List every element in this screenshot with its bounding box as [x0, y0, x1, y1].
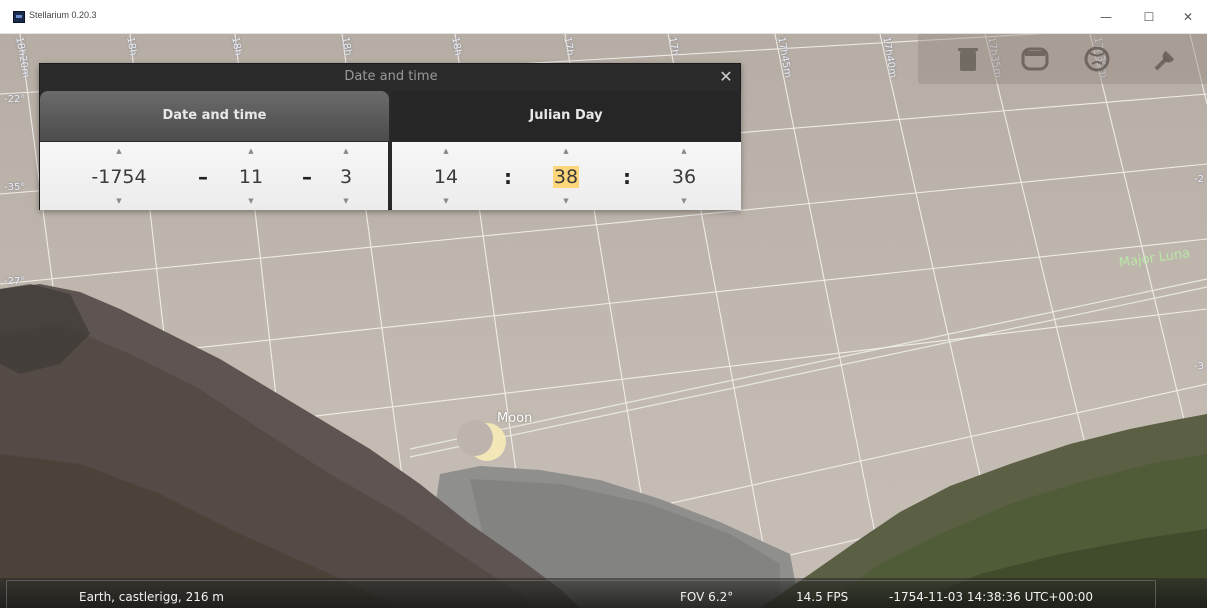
- day-down-arrow-icon[interactable]: ▼: [326, 196, 366, 206]
- year-value[interactable]: -1754: [84, 164, 154, 190]
- window-titlebar: Stellarium 0.20.3 — ☐ ✕: [0, 0, 1207, 34]
- date-separator: –: [198, 165, 208, 189]
- hour-down-arrow-icon[interactable]: ▼: [424, 196, 468, 206]
- hour-spinner[interactable]: ▲ 14 ▼: [424, 142, 468, 210]
- status-bar: Earth, castlerigg, 216 m FOV 6.2° 14.5 F…: [0, 578, 1207, 608]
- month-down-arrow-icon[interactable]: ▼: [226, 196, 276, 206]
- stellarium-app-icon: [13, 11, 25, 23]
- window-icon[interactable]: [1021, 45, 1049, 73]
- globe-icon[interactable]: [1083, 45, 1111, 73]
- trash-icon[interactable]: [954, 45, 982, 73]
- tab-julian-day[interactable]: Julian Day: [391, 91, 741, 141]
- dialog-close-button[interactable]: ✕: [716, 67, 736, 87]
- date-spinner-row: ▲ -1754 ▼ – ▲ 11 ▼ – ▲ 3 ▼: [40, 142, 388, 210]
- close-window-button[interactable]: ✕: [1168, 0, 1207, 34]
- datetime-status: -1754-11-03 14:38:36 UTC+00:00: [889, 590, 1094, 604]
- hour-up-arrow-icon[interactable]: ▲: [424, 146, 468, 156]
- second-spinner[interactable]: ▲ 36 ▼: [662, 142, 706, 210]
- moon-label: Moon: [497, 411, 533, 426]
- grid-label: -27°: [4, 276, 26, 287]
- dialog-title[interactable]: Date and time: [40, 64, 742, 90]
- sky-viewport[interactable]: 18h20m 18h 18h 18h 18h 17h 17h 17h45m 17…: [0, 34, 1207, 608]
- fov-status: FOV 6.2°: [680, 590, 734, 604]
- month-up-arrow-icon[interactable]: ▲: [226, 146, 276, 156]
- minute-value-text[interactable]: 38: [552, 166, 580, 188]
- grid-label: -22°: [4, 94, 26, 105]
- grid-label: -3: [1194, 361, 1204, 372]
- time-separator: :: [504, 165, 512, 189]
- minute-down-arrow-icon[interactable]: ▼: [544, 196, 588, 206]
- second-value[interactable]: 36: [662, 164, 706, 190]
- date-time-dialog: Date and time ✕ Date and time Julian Day…: [39, 63, 741, 210]
- tab-date-and-time[interactable]: Date and time: [40, 91, 389, 141]
- time-spinner-row: ▲ 14 ▼ : ▲ 38 ▼ : ▲ 36 ▼: [392, 142, 741, 210]
- location-status: Earth, castlerigg, 216 m: [79, 590, 224, 604]
- window-title: Stellarium 0.20.3: [29, 10, 97, 20]
- second-up-arrow-icon[interactable]: ▲: [662, 146, 706, 156]
- day-spinner[interactable]: ▲ 3 ▼: [326, 142, 366, 210]
- date-separator: –: [302, 165, 312, 189]
- time-separator: :: [623, 165, 631, 189]
- wrench-icon[interactable]: [1152, 45, 1180, 73]
- day-value[interactable]: 3: [326, 164, 366, 190]
- minimize-button[interactable]: —: [1086, 0, 1126, 34]
- year-up-arrow-icon[interactable]: ▲: [84, 146, 154, 156]
- fps-status: 14.5 FPS: [796, 590, 849, 604]
- maximize-button[interactable]: ☐: [1129, 0, 1169, 34]
- minute-spinner[interactable]: ▲ 38 ▼: [544, 142, 588, 210]
- year-spinner[interactable]: ▲ -1754 ▼: [84, 142, 154, 210]
- minute-value[interactable]: 38: [544, 164, 588, 190]
- year-down-arrow-icon[interactable]: ▼: [84, 196, 154, 206]
- second-down-arrow-icon[interactable]: ▼: [662, 196, 706, 206]
- month-value[interactable]: 11: [226, 164, 276, 190]
- month-spinner[interactable]: ▲ 11 ▼: [226, 142, 276, 210]
- grid-label: -2: [1194, 174, 1204, 185]
- minute-up-arrow-icon[interactable]: ▲: [544, 146, 588, 156]
- day-up-arrow-icon[interactable]: ▲: [326, 146, 366, 156]
- grid-label: -35°: [4, 182, 26, 193]
- hour-value[interactable]: 14: [424, 164, 468, 190]
- major-lunar-lines: [409, 278, 1207, 458]
- top-right-toolbar: [918, 34, 1207, 84]
- moon[interactable]: [457, 420, 506, 461]
